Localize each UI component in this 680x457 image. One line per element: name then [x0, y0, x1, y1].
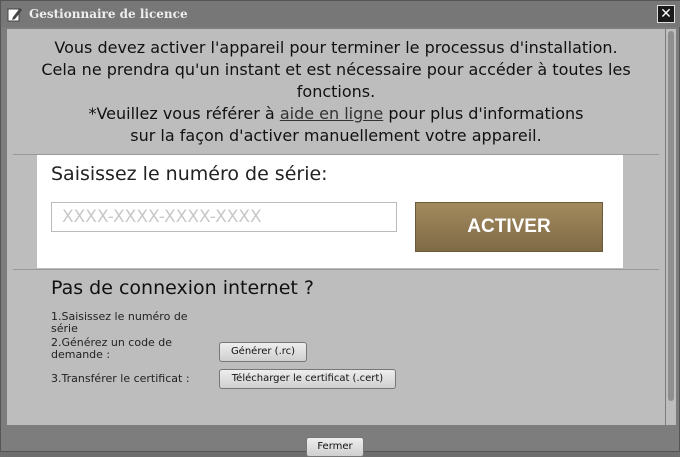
edit-pencil-icon — [7, 8, 22, 22]
intro-text: Vous devez activer l'appareil pour termi… — [7, 37, 665, 147]
intro-line-1: Vous devez activer l'appareil pour termi… — [54, 38, 618, 57]
close-dialog-button[interactable]: Fermer — [306, 437, 364, 457]
intro-line-3: fonctions. — [296, 82, 376, 101]
step-2-text: 2.Générez un code de demande : — [51, 336, 173, 361]
step-1-text: 1.Saisissez le numéro de série — [51, 310, 188, 335]
license-manager-window: Gestionnaire de licence ✕ Vous devez act… — [0, 0, 680, 457]
scrollbar-thumb[interactable] — [668, 31, 674, 401]
serial-panel: Saisissez le numéro de série: XXXX-XXXX-… — [37, 155, 623, 268]
intro-line-4: *Veuillez vous référer à aide en ligne p… — [7, 103, 665, 125]
window-title: Gestionnaire de licence — [29, 7, 188, 21]
intro-line-4-prefix: *Veuillez vous référer à — [88, 104, 275, 123]
activate-button[interactable]: ACTIVER — [415, 202, 603, 252]
online-help-link[interactable]: aide en ligne — [280, 104, 383, 123]
download-certificate-button[interactable]: Télécharger le certificat (.cert) — [219, 369, 396, 389]
title-bar[interactable]: Gestionnaire de licence ✕ — [1, 1, 680, 27]
offline-section-title: Pas de connexion internet ? — [51, 277, 314, 299]
serial-label: Saisissez le numéro de série: — [51, 163, 328, 185]
intro-line-2: Cela ne prendra qu'un instant et est néc… — [41, 60, 631, 79]
intro-line-4-suffix: pour plus d'informations — [388, 104, 584, 123]
dialog-content: Vous devez activer l'appareil pour termi… — [7, 29, 665, 425]
serial-number-input[interactable]: XXXX-XXXX-XXXX-XXXX — [51, 202, 397, 232]
close-icon[interactable]: ✕ — [657, 5, 675, 23]
divider — [13, 269, 659, 270]
generate-rc-button[interactable]: Générer (.rc) — [219, 342, 307, 362]
step-3-text: 3.Transférer le certificat : — [51, 372, 190, 385]
intro-line-5: sur la façon d'activer manuellement votr… — [130, 126, 542, 145]
vertical-scrollbar[interactable] — [666, 29, 676, 425]
